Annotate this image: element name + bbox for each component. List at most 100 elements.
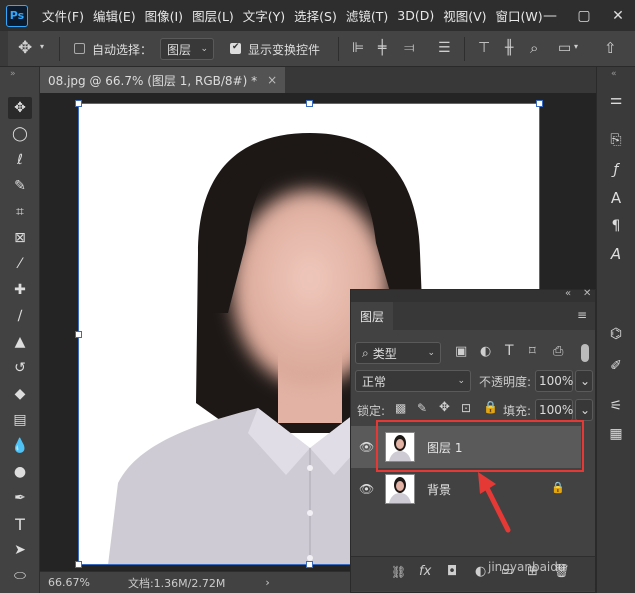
share-icon[interactable]: ⇧ [604, 39, 617, 57]
fill-dropdown[interactable]: ⌄ [575, 399, 593, 421]
lasso-tool-icon[interactable]: ℓ [8, 149, 32, 171]
panel-dock: « ⚌ ⎘ ƒ A ¶ A ⌬ ✐ ⚟ ▦ [596, 67, 635, 593]
auto-select-target-dropdown[interactable]: 图层 ⌄ [160, 38, 214, 60]
minimize-button[interactable]: — [533, 8, 567, 24]
menu-edit[interactable]: 编辑(E) [93, 6, 136, 25]
layer-name[interactable]: 背景 [427, 481, 451, 498]
clone-stamp-tool-icon[interactable]: ▲ [8, 331, 32, 353]
align-hcenter-icon[interactable]: ╪ [378, 40, 386, 56]
move-tool-icon[interactable]: ✥ [18, 38, 32, 58]
menu-select[interactable]: 选择(S) [294, 6, 337, 25]
distribute-icon[interactable]: ☰ [438, 40, 451, 56]
eraser-tool-icon[interactable]: ◆ [8, 383, 32, 405]
ellipse-tool-icon[interactable]: ⬭ [8, 565, 32, 587]
filter-adjustment-icon[interactable]: ◐ [480, 344, 491, 359]
brush-settings-icon[interactable]: ⚟ [604, 395, 628, 417]
eyedropper-tool-icon[interactable]: ⁄ [8, 253, 32, 275]
pen-tool-icon[interactable]: ✒ [8, 487, 32, 509]
menu-file[interactable]: 文件(F) [42, 6, 84, 25]
history-icon[interactable]: ⎘ [604, 129, 628, 151]
align-right-icon[interactable]: ⫤ [404, 40, 415, 56]
menu-view[interactable]: 视图(V) [443, 6, 486, 25]
history-brush-tool-icon[interactable]: ↺ [8, 357, 32, 379]
layer-thumbnail [385, 474, 415, 504]
collapse-toolbar-icon[interactable]: » [10, 69, 16, 79]
transform-handle-bottom[interactable] [306, 561, 313, 568]
move-tool-icon[interactable]: ✥ [8, 97, 32, 119]
zoom-level[interactable]: 66.67% [48, 576, 90, 589]
healing-brush-tool-icon[interactable]: ✚ [8, 279, 32, 301]
transform-handle-top[interactable] [306, 100, 313, 107]
lock-artboard-icon[interactable]: ⊡ [461, 401, 471, 415]
close-panel-icon[interactable]: ✕ [583, 288, 591, 299]
opacity-field[interactable]: 100% [535, 370, 573, 392]
brushes-icon[interactable]: ✐ [604, 355, 628, 377]
status-menu-arrow-icon[interactable]: › [265, 576, 269, 589]
visibility-eye-icon[interactable]: 👁 [359, 440, 374, 454]
opacity-dropdown[interactable]: ⌄ [575, 370, 593, 392]
tool-preset-chevron-icon[interactable]: ▾ [40, 42, 44, 51]
type-tool-icon[interactable]: T [8, 513, 32, 535]
character-icon[interactable]: A [604, 187, 628, 209]
add-mask-icon[interactable]: ◘ [447, 564, 457, 579]
workspace-icon[interactable]: ▭ [558, 40, 571, 56]
transform-handle-top-left[interactable] [75, 100, 82, 107]
align-top-icon[interactable]: ⊤ [478, 40, 490, 56]
transform-handle-bottom-left[interactable] [75, 561, 82, 568]
frame-tool-icon[interactable]: ⊠ [8, 227, 32, 249]
lock-transparent-icon[interactable]: ▩ [395, 401, 406, 415]
brush-tool-icon[interactable]: ∕ [8, 305, 32, 327]
tab-layers[interactable]: 图层 [351, 302, 393, 330]
link-layers-icon[interactable]: ⛓ [391, 565, 406, 579]
paths-icon[interactable]: ⌬ [604, 323, 628, 345]
close-tab-icon[interactable]: × [267, 73, 277, 87]
filter-pixel-icon[interactable]: ▣ [455, 344, 467, 359]
transform-handle-top-right[interactable] [536, 100, 543, 107]
document-tab-title: 08.jpg @ 66.7% (图层 1, RGB/8#) * [48, 73, 258, 88]
document-tab[interactable]: 08.jpg @ 66.7% (图层 1, RGB/8#) * × [40, 67, 286, 93]
quick-select-tool-icon[interactable]: ✎ [8, 175, 32, 197]
gradient-tool-icon[interactable]: ▤ [8, 409, 32, 431]
show-transform-checkbox[interactable] [230, 42, 241, 54]
search-icon[interactable]: ⌕ [530, 39, 538, 57]
lock-pixels-icon[interactable]: ✎ [417, 401, 427, 415]
panel-menu-icon[interactable]: ≡ [577, 308, 587, 322]
menu-3d[interactable]: 3D(D) [397, 8, 434, 23]
swatches-grid-icon[interactable]: ▦ [604, 423, 628, 445]
auto-select-checkbox[interactable] [74, 43, 85, 54]
lock-all-icon[interactable]: 🔒 [483, 400, 498, 414]
new-adjustment-icon[interactable]: ◐ [475, 564, 486, 579]
filter-shape-icon[interactable]: ⌑ [529, 344, 536, 359]
menu-layer[interactable]: 图层(L) [192, 6, 234, 25]
menu-type[interactable]: 文字(Y) [243, 6, 285, 25]
menu-filter[interactable]: 滤镜(T) [346, 6, 388, 25]
path-select-tool-icon[interactable]: ➤ [8, 539, 32, 561]
chevron-down-icon: ⌄ [427, 348, 435, 358]
lock-position-icon[interactable]: ✥ [439, 400, 450, 415]
filter-smart-object-icon[interactable]: ⎙ [553, 344, 563, 359]
collapse-dock-icon[interactable]: « [611, 69, 617, 79]
glyphs-icon[interactable]: A [604, 243, 628, 265]
marquee-tool-icon[interactable]: ◯ [8, 123, 32, 145]
transform-handle-left[interactable] [75, 331, 82, 338]
blur-tool-icon[interactable]: 💧 [8, 435, 32, 457]
align-vcenter-icon[interactable]: ╫ [505, 40, 513, 56]
menu-image[interactable]: 图像(I) [145, 6, 183, 25]
filter-toggle[interactable] [581, 344, 589, 362]
maximize-button[interactable]: ▢ [567, 8, 601, 24]
dodge-tool-icon[interactable]: ● [8, 461, 32, 483]
fx-styles-icon[interactable]: ƒ [604, 159, 628, 181]
align-left-icon[interactable]: ⊫ [352, 40, 364, 56]
workspace-chevron-icon[interactable]: ▾ [574, 42, 578, 51]
crop-tool-icon[interactable]: ⌗ [8, 201, 32, 223]
fill-field[interactable]: 100% [535, 399, 573, 421]
visibility-eye-icon[interactable]: 👁 [359, 482, 374, 496]
filter-type-icon[interactable]: T [505, 343, 514, 359]
collapse-panel-icon[interactable]: « [565, 288, 571, 299]
adjustments-icon[interactable]: ⚌ [604, 89, 628, 111]
paragraph-icon[interactable]: ¶ [604, 215, 628, 237]
blend-mode-dropdown[interactable]: 正常 ⌄ [355, 370, 471, 392]
close-window-button[interactable]: ✕ [601, 8, 635, 24]
add-style-icon[interactable]: fx [419, 564, 431, 579]
filter-kind-dropdown[interactable]: ⌕ 类型 ⌄ [355, 342, 441, 364]
